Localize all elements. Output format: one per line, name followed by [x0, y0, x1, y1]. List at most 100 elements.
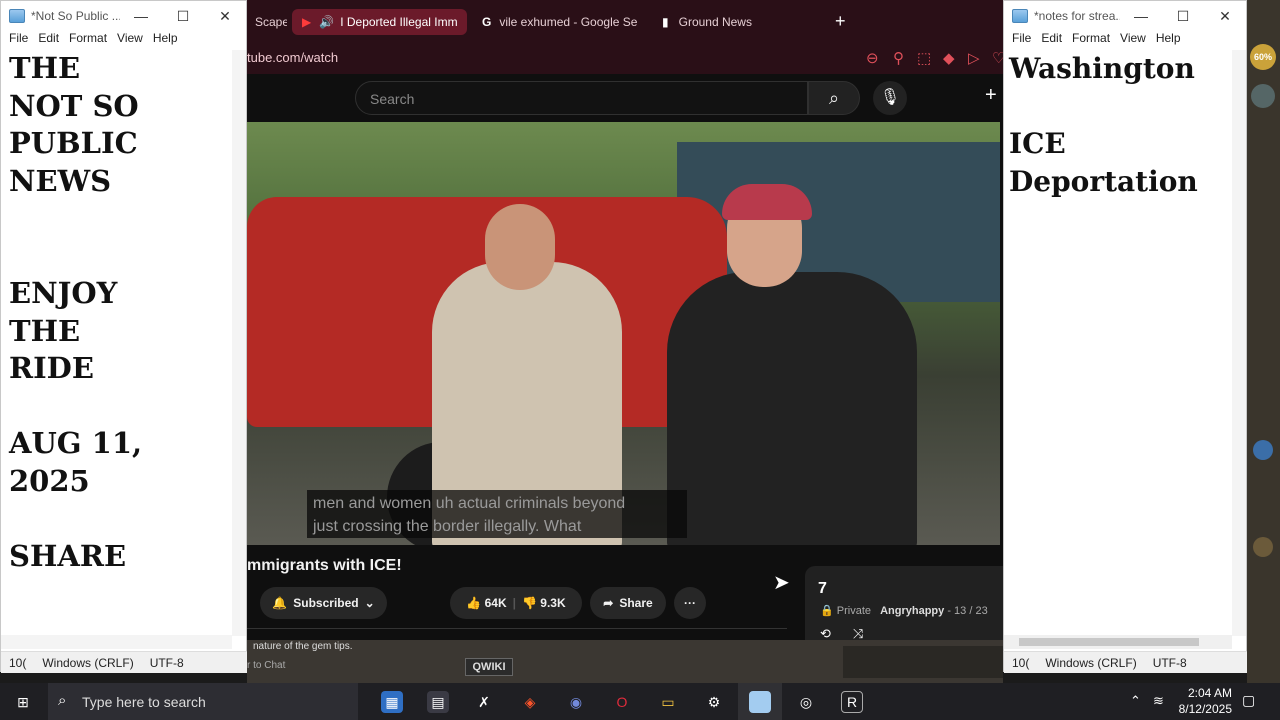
- shield-icon[interactable]: ◆: [943, 49, 955, 67]
- cap-image: [722, 184, 812, 220]
- new-tab-button[interactable]: +: [835, 11, 846, 32]
- maximize-button[interactable]: ☐: [162, 8, 204, 25]
- lock-icon: 🔒: [820, 605, 834, 617]
- google-icon: G: [482, 15, 492, 29]
- cursor-position: 10(: [1012, 655, 1030, 670]
- more-icon: ···: [684, 596, 696, 610]
- audio-icon[interactable]: 🔊: [319, 15, 334, 29]
- menu-file[interactable]: File: [1008, 31, 1037, 49]
- young-man-figure: [667, 272, 917, 545]
- taskbar: ⊞ ⌕ Type here to search ▦ ▤ ✗ ◈ ◉ O ▭ ⚙ …: [0, 683, 1280, 720]
- subscribed-button[interactable]: 🔔 Subscribed ⌄: [260, 587, 387, 619]
- orb-icon[interactable]: [1253, 537, 1273, 557]
- chat-input[interactable]: r to Chat: [247, 660, 285, 671]
- url-text[interactable]: tube.com/watch: [247, 50, 338, 65]
- more-actions-button[interactable]: ···: [674, 587, 706, 619]
- menu-file[interactable]: File: [5, 31, 34, 49]
- search-button[interactable]: ⌕: [808, 81, 860, 115]
- voice-search-button[interactable]: 🎙: [873, 81, 907, 115]
- compass-icon[interactable]: [1251, 84, 1275, 108]
- create-button[interactable]: +: [985, 84, 997, 107]
- cursor-position: 10(: [9, 655, 27, 670]
- obs-icon[interactable]: ◎: [795, 691, 817, 713]
- calculator-icon[interactable]: ▦: [381, 691, 403, 713]
- left-notepad-titlebar[interactable]: *Not So Public ... — ☐ ✕: [1, 1, 246, 31]
- share-button[interactable]: ➦ Share: [590, 587, 666, 619]
- browser-window: Scape ▶ 🔊 I Deported Illegal Imm G vile …: [247, 0, 1003, 683]
- close-button[interactable]: ✕: [1204, 8, 1246, 25]
- left-notepad-menubar: File Edit Format View Help: [1, 31, 246, 49]
- play-icon[interactable]: ▷: [968, 49, 980, 67]
- bell-icon: 🔔: [272, 596, 288, 610]
- right-notepad-titlebar[interactable]: *notes for strea... — ☐ ✕: [1004, 1, 1246, 31]
- menu-help[interactable]: Help: [149, 31, 184, 49]
- dislike-button[interactable]: 👎 9.3K: [522, 596, 566, 610]
- minimize-button[interactable]: —: [120, 8, 162, 24]
- mouse-cursor-icon: ➤: [773, 572, 790, 594]
- right-notepad-statusbar: 10( Windows (CRLF) UTF-8: [1004, 651, 1248, 673]
- windows-start-icon[interactable]: ⊞: [12, 691, 34, 713]
- tab-video[interactable]: ▶ 🔊 I Deported Illegal Imm: [292, 9, 467, 35]
- menu-view[interactable]: View: [1116, 31, 1152, 49]
- minimize-button[interactable]: —: [1120, 8, 1162, 24]
- runelite-icon[interactable]: R: [841, 691, 863, 713]
- encoding: UTF-8: [1152, 655, 1187, 670]
- playlist-count: 7: [818, 580, 827, 597]
- like-dislike-group: 👍 64K | 👎 9.3K: [450, 587, 582, 619]
- wifi-icon[interactable]: ≋: [1153, 693, 1164, 709]
- maximize-button[interactable]: ☐: [1162, 8, 1204, 25]
- taskbar-search[interactable]: ⌕ Type here to search: [48, 683, 358, 720]
- xbox-icon[interactable]: ✗: [473, 691, 495, 713]
- share-label: Share: [619, 596, 653, 610]
- right-notepad-window: *notes for strea... — ☐ ✕ File Edit Form…: [1003, 0, 1248, 673]
- video-title: mmigrants with ICE!: [247, 557, 402, 574]
- tab-ground-news[interactable]: ▮ Ground News: [652, 9, 792, 35]
- older-man-head: [485, 204, 555, 290]
- opera-icon[interactable]: O: [611, 691, 633, 713]
- menu-edit[interactable]: Edit: [34, 31, 65, 49]
- qwiki-logo[interactable]: QWIKI: [465, 658, 513, 676]
- tab-google[interactable]: G vile exhumed - Google Se: [472, 9, 642, 35]
- vertical-scrollbar[interactable]: [232, 50, 246, 636]
- like-count: 64K: [484, 596, 507, 610]
- close-button[interactable]: ✕: [204, 8, 246, 25]
- tab-scape[interactable]: Scape: [247, 9, 287, 35]
- menu-format[interactable]: Format: [1068, 31, 1116, 49]
- screenshot-icon[interactable]: ⬚: [917, 49, 931, 67]
- active-app-indicator: [738, 683, 782, 720]
- zoom-out-icon[interactable]: ⊖: [866, 49, 879, 67]
- file-manager-icon[interactable]: ▤: [427, 691, 449, 713]
- search-box[interactable]: Search: [355, 81, 808, 115]
- like-button[interactable]: 👍 64K: [466, 596, 506, 610]
- menu-format[interactable]: Format: [65, 31, 113, 49]
- game-inventory: [843, 646, 1003, 678]
- brave-icon[interactable]: ◈: [519, 691, 541, 713]
- menu-edit[interactable]: Edit: [1037, 31, 1068, 49]
- address-bar[interactable]: tube.com/watch ⊖ ⚲ ⬚ ◆ ▷ ♡: [247, 42, 1003, 74]
- playlist-privacy: Private: [836, 605, 872, 617]
- clock[interactable]: 2:04 AM 8/12/2025: [1170, 685, 1232, 717]
- notification-icon[interactable]: ▢: [1242, 692, 1255, 709]
- orb-icon[interactable]: [1253, 440, 1273, 460]
- share-icon: ➦: [603, 596, 614, 610]
- playlist-owner[interactable]: Angryhappy: [880, 605, 944, 617]
- heart-icon[interactable]: ♡: [992, 49, 1003, 67]
- menu-view[interactable]: View: [113, 31, 149, 49]
- subscribed-label: Subscribed: [293, 596, 359, 610]
- chevron-up-icon[interactable]: ⌃: [1130, 693, 1141, 709]
- clock-time: 2:04 AM: [1187, 686, 1232, 700]
- scrollbar-thumb[interactable]: [1019, 638, 1199, 646]
- horizontal-scrollbar[interactable]: [1004, 635, 1232, 649]
- notepad-icon: [1012, 9, 1028, 23]
- video-player[interactable]: men and women uh actual criminals beyond…: [247, 122, 1000, 545]
- vertical-scrollbar[interactable]: [1232, 50, 1246, 636]
- caption-line-1: men and women uh actual criminals beyond: [313, 495, 626, 512]
- left-notepad-text[interactable]: THE NOT SO PUBLIC NEWS ENJOY THE RIDE AU…: [9, 50, 241, 630]
- discord-icon[interactable]: ◉: [565, 691, 587, 713]
- pin-icon[interactable]: ⚲: [893, 49, 904, 67]
- right-notepad-text[interactable]: Washington ICE Deportation: [1009, 50, 1234, 630]
- folder-icon[interactable]: ▭: [657, 691, 679, 713]
- horizontal-scrollbar[interactable]: [1, 635, 232, 649]
- menu-help[interactable]: Help: [1152, 31, 1187, 49]
- settings-icon[interactable]: ⚙: [703, 691, 725, 713]
